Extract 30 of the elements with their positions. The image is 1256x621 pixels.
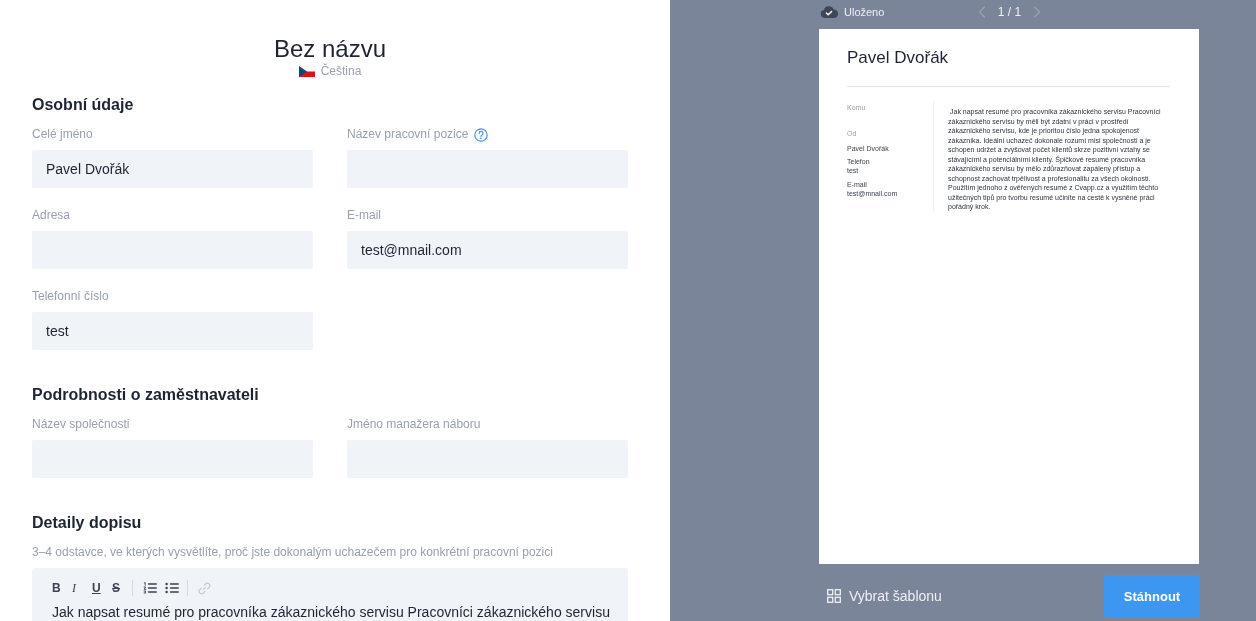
bold-button[interactable]: B <box>52 580 72 596</box>
section-heading: Osobní údaje <box>32 95 135 115</box>
input-field[interactable]: test <box>32 312 313 350</box>
save-status: Uloženo <box>844 5 885 18</box>
input-field[interactable]: Pavel Dvořák <box>32 150 313 188</box>
underline-button[interactable]: U <box>92 580 112 596</box>
field-hint: 3–4 odstavce, ve kterých vysvětlíte, proč jste dokonalým uchazečem pro konkrétní pracovní pozici <box>32 545 554 560</box>
cloud-check-icon <box>820 5 838 18</box>
text-editor[interactable]: B I U S Jak napsat resumé pro pracovníka zákaznického servisu Pracovníci zákaznického servisu <box>32 568 628 621</box>
italic-button[interactable]: I <box>72 580 92 596</box>
document-title: Bez názvu <box>273 35 387 63</box>
numbered-list-icon[interactable] <box>143 582 157 594</box>
strikethrough-button[interactable]: S <box>112 580 132 596</box>
editor-text: Jak napsat resumé pro pracovníka zákaznického servisu Pracovníci zákaznického servisu <box>52 604 611 621</box>
flag-icon <box>298 65 315 77</box>
section-heading: Podrobnosti o zaměstnavateli <box>32 385 260 405</box>
grid-icon <box>827 589 841 603</box>
field-label: Telefonní číslo <box>32 289 109 304</box>
field-label: Název pracovní pozice <box>347 127 469 142</box>
page-counter: 1 / 1 <box>997 4 1022 19</box>
field-label: Adresa <box>32 208 71 223</box>
field-label: Celé jméno <box>32 127 93 142</box>
field-label: E-mail <box>347 208 381 223</box>
bullet-list-icon[interactable] <box>165 582 179 594</box>
help-icon[interactable] <box>474 127 489 142</box>
document-name: Pavel Dvořák <box>847 48 950 68</box>
field-label: Jméno manažera náboru <box>347 417 481 432</box>
section-heading: Detaily dopisu <box>32 513 143 533</box>
field-label: Název společnosti <box>32 417 130 432</box>
input-field[interactable]: test@mnail.com <box>347 231 628 269</box>
